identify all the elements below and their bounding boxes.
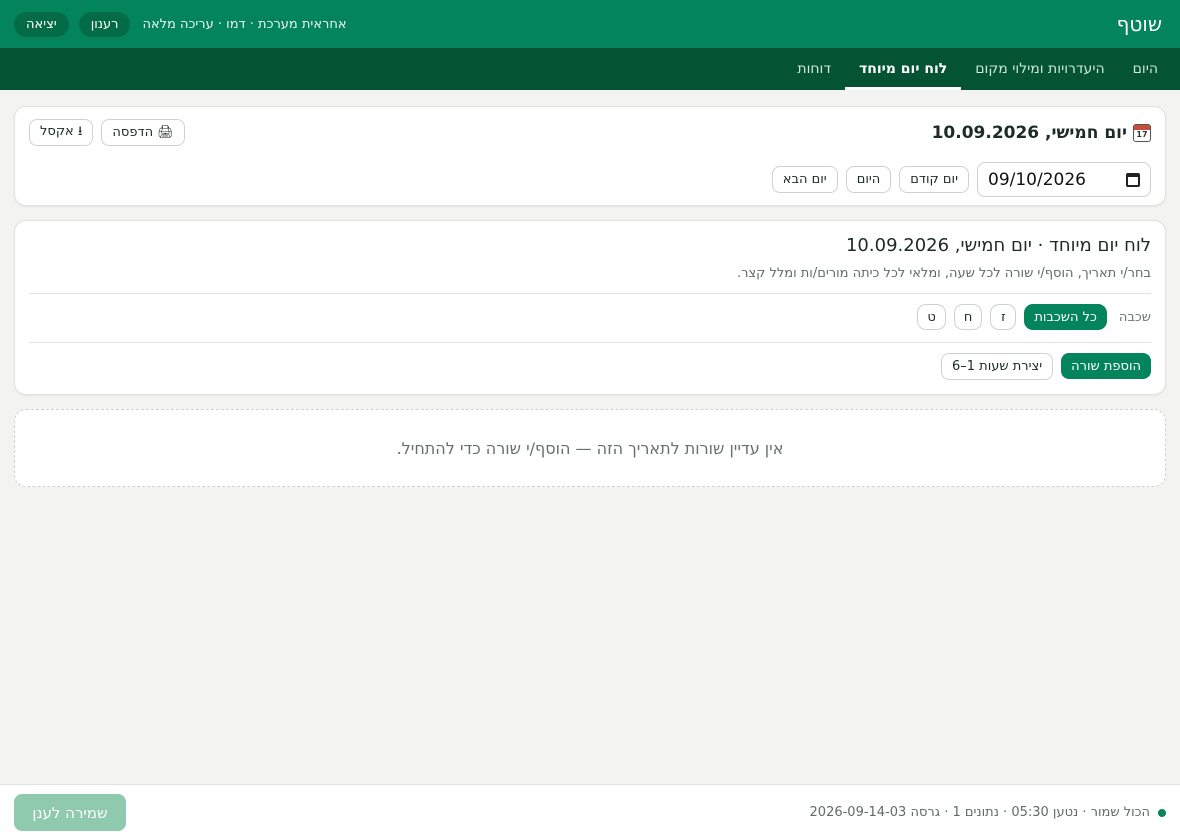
user-info: אחראית מערכת · דמו · עריכה מלאה — [142, 16, 347, 32]
empty-state-message: אין עדיין שורות לתאריך הזה — הוסף/י שורה… — [396, 438, 784, 458]
top-bar: שוטף אחראית מערכת · דמו · עריכה מלאה רענ… — [0, 0, 1180, 48]
date-title: יום חמישי, 10.09.2026 — [931, 122, 1127, 143]
date-heading: יום חמישי, 10.09.2026 — [932, 123, 1151, 143]
calendar-icon — [1133, 123, 1151, 142]
grade-chip-7[interactable]: ז — [990, 304, 1017, 330]
save-status: הכול שמור · נטען 05:30 · נתונים 1 · גרסה… — [810, 805, 1166, 820]
row-actions: הוספת שורה יצירת שעות 1–6 — [29, 353, 1151, 380]
calendar-picker-icon[interactable] — [1126, 172, 1140, 187]
excel-export-button[interactable]: ⭳ אקסל — [29, 119, 94, 146]
tab-special-day[interactable]: לוח יום מיוחד — [845, 51, 962, 90]
footer-bar: הכול שמור · נטען 05:30 · נתונים 1 · גרסה… — [0, 784, 1180, 840]
empty-state: אין עדיין שורות לתאריך הזה — הוסף/י שורה… — [14, 409, 1166, 487]
date-card: יום חמישי, 10.09.2026 🖨 הדפסה ⭳ אקסל 09/… — [14, 106, 1166, 206]
special-day-card: לוח יום מיוחד · יום חמישי, 10.09.2026 בח… — [14, 220, 1166, 395]
tab-today[interactable]: היום — [1119, 51, 1172, 90]
prev-day-button[interactable]: יום קודם — [899, 166, 969, 193]
divider — [29, 342, 1151, 343]
tab-reports[interactable]: דוחות — [783, 51, 845, 90]
add-row-button[interactable]: הוספת שורה — [1061, 353, 1151, 379]
create-hours-button[interactable]: יצירת שעות 1–6 — [940, 353, 1054, 380]
grade-chip-9[interactable]: ט — [917, 304, 946, 330]
top-bar-actions: אחראית מערכת · דמו · עריכה מלאה רענון יצ… — [14, 11, 347, 37]
special-day-instructions: בחר/י תאריך, הוסף/י שורה לכל שעה, ומלאי … — [736, 266, 1151, 281]
grade-label: שכבה — [1118, 309, 1151, 325]
status-text: הכול שמור · נטען 05:30 · נתונים 1 · גרסה… — [809, 805, 1150, 820]
special-day-title: לוח יום מיוחד · יום חמישי, 10.09.2026 — [845, 235, 1151, 256]
grade-filter: שכבה כל השכבות ז ח ט — [29, 304, 1151, 330]
save-to-cloud-button[interactable]: שמירה לענן — [14, 794, 126, 831]
date-picker-input[interactable]: 09/10/2026 — [977, 162, 1151, 197]
grade-chip-8[interactable]: ח — [953, 304, 983, 330]
tab-absences[interactable]: היעדרויות ומילוי מקום — [961, 51, 1118, 90]
divider — [29, 293, 1151, 294]
print-button[interactable]: 🖨 הדפסה — [101, 119, 185, 146]
refresh-button[interactable]: רענון — [78, 11, 131, 37]
status-dot-icon — [1158, 808, 1166, 817]
next-day-button[interactable]: יום הבא — [771, 166, 838, 193]
main-nav: היום היעדרויות ומילוי מקום לוח יום מיוחד… — [0, 48, 1180, 90]
logout-button[interactable]: יציאה — [14, 11, 69, 37]
today-button[interactable]: היום — [845, 166, 892, 193]
grade-chip-all[interactable]: כל השכבות — [1024, 304, 1107, 330]
app-brand: שוטף — [1116, 12, 1162, 36]
date-input-value: 09/10/2026 — [988, 169, 1086, 190]
